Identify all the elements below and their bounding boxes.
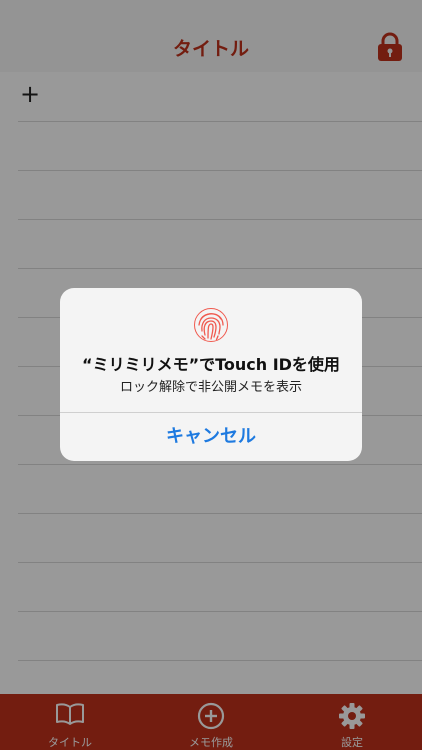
cancel-button[interactable]: キャンセル xyxy=(60,413,362,461)
touch-id-alert: “ミリミリメモ”でTouch IDを使用 ロック解除で非公開メモを表示 キャンセ… xyxy=(60,288,362,461)
fingerprint-icon xyxy=(194,308,228,342)
alert-message: ロック解除で非公開メモを表示 xyxy=(119,380,302,395)
alert-title: “ミリミリメモ”でTouch IDを使用 xyxy=(82,355,340,374)
